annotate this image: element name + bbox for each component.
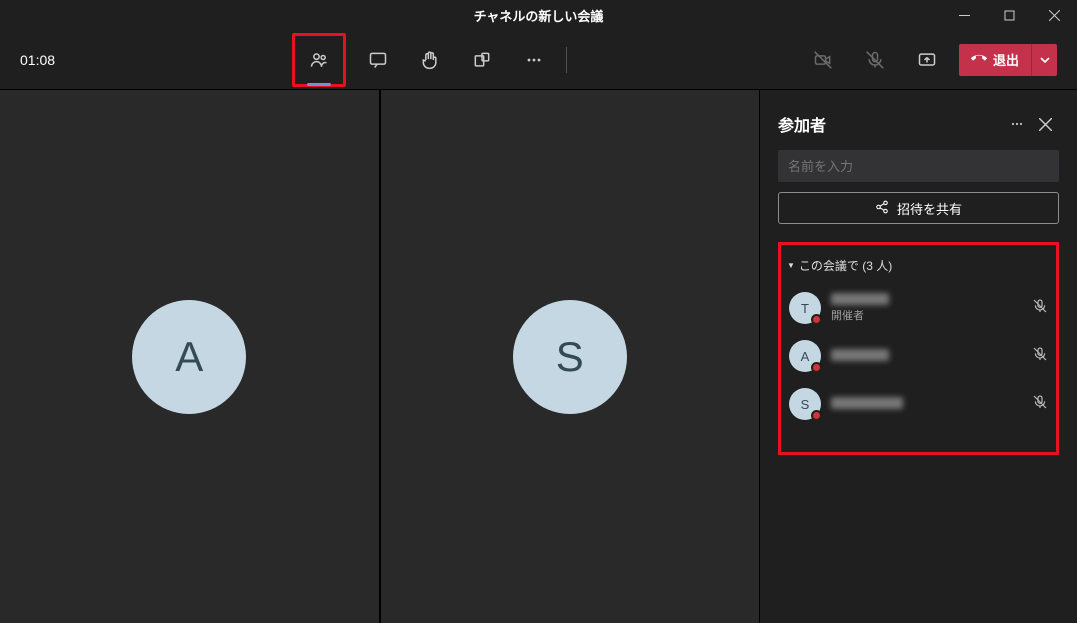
annotation-highlight: ▼ この会議で (3 人) T 開催者 [778,242,1059,455]
participants-button[interactable] [299,40,339,80]
panel-title: 参加者 [778,112,1003,136]
participant-name-redacted [831,293,889,305]
video-grid: A S [0,90,759,623]
avatar: A [789,340,821,372]
more-actions-button[interactable] [514,40,554,80]
leave-dropdown[interactable] [1031,44,1057,76]
window-controls [942,0,1077,30]
video-tile[interactable]: A [0,90,379,623]
toolbar-separator [566,47,567,73]
title-bar: チャネルの新しい会議 [0,0,1077,30]
close-button[interactable] [1032,0,1077,30]
participant-row[interactable]: A [785,332,1052,380]
mic-button[interactable] [855,40,895,80]
minimize-button[interactable] [942,0,987,30]
presence-badge [811,410,822,421]
share-icon [875,200,889,217]
breakout-rooms-button[interactable] [462,40,502,80]
camera-button[interactable] [803,40,843,80]
panel-body: 招待を共有 ▼ この会議で (3 人) T 開催者 [760,150,1077,455]
share-invite-button[interactable]: 招待を共有 [778,192,1059,224]
presence-badge [811,362,822,373]
hangup-icon [971,50,987,69]
main-content: A S 参加者 招待を共有 ▼ [0,90,1077,623]
meeting-timer: 01:08 [20,52,55,68]
participant-name-redacted [831,349,889,361]
participant-row[interactable]: S [785,380,1052,428]
share-invite-label: 招待を共有 [897,199,962,218]
chat-button[interactable] [358,40,398,80]
participant-row[interactable]: T 開催者 [785,284,1052,332]
window-title: チャネルの新しい会議 [474,6,604,25]
raise-hand-button[interactable] [410,40,450,80]
participants-section-header[interactable]: ▼ この会議で (3 人) [785,253,1052,284]
mic-muted-icon [1032,346,1048,367]
mic-muted-icon [1032,298,1048,319]
mic-muted-icon [1032,394,1048,415]
toolbar-center [55,33,803,87]
meeting-toolbar: 01:08 [0,30,1077,90]
participants-panel: 参加者 招待を共有 ▼ この会議で (3 人) [759,90,1077,623]
maximize-button[interactable] [987,0,1032,30]
leave-button[interactable]: 退出 [959,44,1031,76]
avatar: S [789,388,821,420]
annotation-highlight [292,33,346,87]
avatar: T [789,292,821,324]
participant-info: 開催者 [831,293,1022,323]
toolbar-right: 退出 [803,40,1057,80]
participant-avatar: A [132,300,246,414]
panel-close-button[interactable] [1031,110,1059,138]
leave-label: 退出 [993,50,1019,69]
participant-role: 開催者 [831,307,1022,323]
panel-header: 参加者 [760,90,1077,150]
participant-name-redacted [831,397,903,409]
participant-search-input[interactable] [778,150,1059,182]
leave-button-group: 退出 [959,44,1057,76]
section-label: この会議で (3 人) [799,257,892,274]
panel-more-button[interactable] [1003,110,1031,138]
participant-info [831,349,1022,363]
share-screen-button[interactable] [907,40,947,80]
video-tile[interactable]: S [381,90,760,623]
presence-badge [811,314,822,325]
disclosure-triangle-icon: ▼ [787,261,795,270]
participant-info [831,397,1022,411]
participant-avatar: S [513,300,627,414]
